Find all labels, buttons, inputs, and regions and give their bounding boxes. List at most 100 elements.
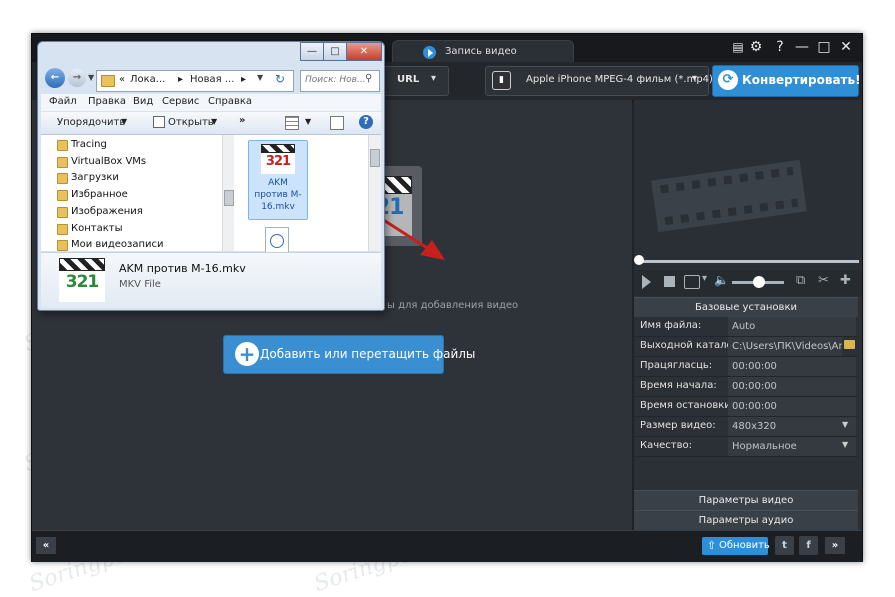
forward-icon[interactable]: → [68, 69, 86, 87]
seek-bar[interactable] [635, 260, 859, 263]
nav-item-tracing[interactable]: Tracing [57, 139, 107, 151]
stop-icon[interactable] [664, 276, 675, 287]
seek-handle[interactable] [634, 255, 644, 265]
add-files-button[interactable]: + Добавить или перетащить файлы [223, 335, 475, 374]
view-icon[interactable] [285, 116, 299, 130]
facebook-icon[interactable]: f [799, 536, 818, 555]
tab-record-label: Запись видео [445, 46, 517, 57]
tab-record-video[interactable]: Запись видео [392, 40, 574, 63]
filename-field[interactable]: Auto [728, 317, 856, 336]
nav-item-my-videos[interactable]: Мои видеозаписи [57, 239, 163, 251]
close-icon[interactable]: ✕ [346, 42, 382, 61]
breadcrumb-item[interactable]: Лока... [130, 74, 165, 85]
chevron-down-icon[interactable]: ▼ [842, 440, 848, 449]
settings-panel: Базовые установки Имя файла: Auto Выходн… [634, 297, 862, 530]
setting-row: Качество: Нормальное ▼ [634, 437, 858, 457]
nav-scrollbar[interactable] [222, 135, 234, 251]
menu-file[interactable]: Файл [49, 96, 77, 107]
drop-hint-text: ы для добавления видео [387, 300, 519, 311]
search-input[interactable]: Поиск: Нов... ⚲ [300, 70, 380, 92]
video-size-select[interactable]: 480x320 [728, 417, 856, 436]
menu-view[interactable]: Вид [133, 96, 153, 107]
breadcrumb-item[interactable]: Новая ... [190, 74, 234, 85]
snapshot-icon[interactable] [684, 275, 700, 289]
play-icon[interactable] [642, 275, 651, 289]
effects-icon[interactable]: ✚ [840, 273, 851, 288]
start-time-field[interactable]: 00:00:00 [728, 377, 856, 396]
collapse-right-button[interactable]: » [825, 537, 845, 554]
files-scrollbar[interactable] [368, 135, 381, 251]
menu-edit[interactable]: Правка [88, 96, 126, 107]
gear-icon[interactable]: ⚙ [747, 38, 765, 56]
play-triangle [428, 49, 433, 57]
convert-button[interactable]: ⟳ Конвертировать! [712, 65, 861, 97]
maximize-icon[interactable]: □ [815, 38, 833, 56]
more-icon[interactable]: » [239, 115, 245, 126]
refresh-icon[interactable]: ↻ [275, 72, 285, 86]
minimize-icon[interactable]: — [793, 38, 811, 56]
setting-row: Выходной каталог: C:\Users\ПК\Videos\An.… [634, 337, 858, 357]
details-pane: 321 AKM против M-16.mkv MKV File [41, 252, 381, 308]
setting-row: Размер видео: 480x320 ▼ [634, 417, 858, 437]
menu-help[interactable]: Справка [208, 96, 252, 107]
collapse-left-button[interactable]: « [36, 537, 56, 554]
nav-item-virtualbox[interactable]: VirtualBox VMs [57, 156, 146, 168]
twitter-icon[interactable]: t [775, 536, 794, 555]
list-icon[interactable]: ▤ [729, 38, 747, 56]
nav-item-downloads[interactable]: Загрузки [57, 172, 119, 184]
help-icon[interactable]: ? [771, 38, 789, 56]
search-icon[interactable]: ⚲ [365, 73, 372, 84]
close-icon[interactable]: ✕ [837, 38, 855, 56]
chevron-down-icon[interactable]: ▼ [88, 73, 94, 82]
organize-button[interactable]: Упорядочить [57, 117, 125, 128]
setting-label: Имя файла: [640, 320, 702, 331]
url-button[interactable]: URL ▾ [382, 66, 449, 96]
chevron-down-icon[interactable]: ▼ [211, 117, 217, 126]
refresh-icon: ⟳ [718, 70, 738, 90]
quality-select[interactable]: Нормальное [728, 437, 856, 456]
scroll-thumb[interactable] [224, 190, 234, 206]
video-params-header[interactable]: Параметры видео [634, 490, 858, 510]
web-file-icon[interactable] [265, 227, 289, 253]
url-label: URL [397, 74, 420, 85]
nav-item-favorites[interactable]: Избранное [57, 189, 128, 201]
update-button[interactable]: ⇧ Обновить [702, 537, 770, 555]
setting-row: Время начала: 00:00:00 [634, 377, 858, 397]
file-list: 321 AKM против M-16.mkv [234, 135, 381, 253]
stop-time-field[interactable]: 00:00:00 [728, 397, 856, 416]
clone-icon[interactable]: ⧉ [796, 273, 805, 288]
maximize-icon[interactable]: □ [323, 42, 347, 61]
address-bar[interactable]: « Лока... ▸ Новая ... ▸ ▼ ↻ [96, 70, 294, 92]
navigation-pane: Tracing VirtualBox VMs Загрузки Избранно… [41, 135, 234, 251]
output-folder-field[interactable]: C:\Users\ПК\Videos\An... [728, 337, 842, 356]
volume-icon[interactable]: 🔈 [714, 273, 729, 287]
preview-pane-icon[interactable] [330, 116, 344, 130]
chevron-down-icon[interactable]: ▼ [842, 420, 848, 429]
open-button[interactable]: Открыть [168, 117, 214, 128]
folder-icon[interactable] [844, 340, 855, 349]
file-item-selected[interactable]: 321 AKM против M-16.mkv [248, 140, 308, 220]
help-icon[interactable]: ? [359, 115, 373, 129]
audio-params-header[interactable]: Параметры аудио [634, 510, 858, 530]
nav-item-pictures[interactable]: Изображения [57, 206, 143, 218]
update-label: Обновить [719, 540, 770, 551]
duration-field[interactable]: 00:00:00 [728, 357, 856, 376]
nav-item-contacts[interactable]: Контакты [57, 223, 122, 235]
profile-select[interactable]: ▮ Apple iPhone MPEG-4 фильм (*.mp4) ▾ [485, 66, 713, 96]
volume-handle[interactable] [753, 276, 765, 288]
back-icon[interactable]: ← [45, 68, 65, 88]
setting-row: Имя файла: Auto [634, 317, 858, 337]
basic-settings-header[interactable]: Базовые установки [634, 297, 858, 317]
playback-controls: ▾ 🔈 ⧉ ✂ ✚ [634, 270, 862, 296]
chevron-down-icon[interactable]: ▼ [305, 117, 311, 126]
chevron-down-icon[interactable]: ▼ [121, 117, 127, 126]
setting-row: Время остановки: 00:00:00 [634, 397, 858, 417]
minimize-icon[interactable]: — [300, 42, 324, 61]
scissors-icon[interactable]: ✂ [818, 273, 829, 288]
menu-tools[interactable]: Сервис [162, 96, 199, 107]
chevron-down-icon[interactable]: ▼ [257, 73, 263, 82]
scroll-thumb[interactable] [370, 149, 380, 167]
chevron-down-icon[interactable]: ▾ [702, 273, 707, 284]
open-icon [153, 116, 165, 128]
setting-label: Время начала: [640, 380, 717, 391]
